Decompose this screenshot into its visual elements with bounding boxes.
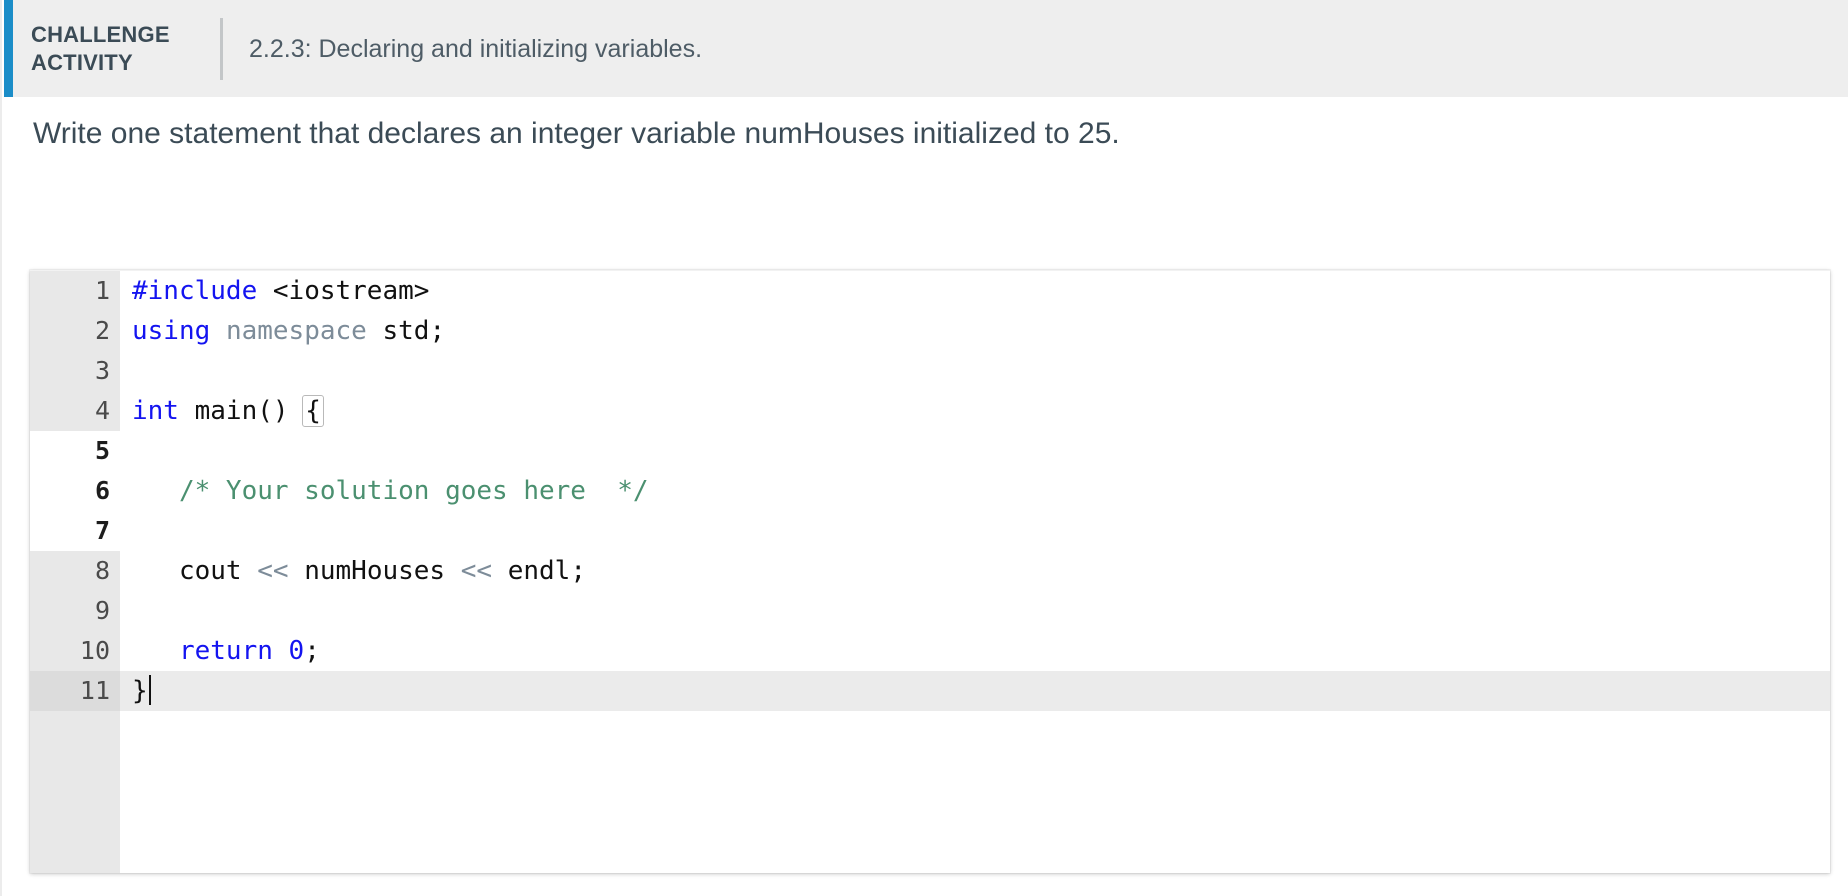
code-token-ns: namespace xyxy=(225,316,367,346)
challenge-activity-label-line1: CHALLENGE xyxy=(31,21,170,47)
code-line-text[interactable]: #include <iostream> xyxy=(120,271,1830,311)
line-number: 10 xyxy=(30,631,120,671)
line-number: 8 xyxy=(30,551,120,591)
code-line-text[interactable]: } xyxy=(120,671,1830,711)
line-number: 6 xyxy=(30,471,120,511)
code-line-text[interactable] xyxy=(120,351,1830,391)
activity-title: 2.2.3: Declaring and initializing variab… xyxy=(249,34,703,63)
line-number: 11 xyxy=(30,671,120,711)
matching-brace-highlight: { xyxy=(302,395,324,427)
code-token-plain: endl; xyxy=(492,556,586,586)
code-token-kw: using xyxy=(132,316,211,346)
code-line-row[interactable]: 10 return 0; xyxy=(30,631,1830,671)
code-line-text[interactable]: using namespace std; xyxy=(120,311,1830,351)
code-editor[interactable]: 1 #include <iostream> 2 using namespace std… xyxy=(30,270,1830,873)
code-lines-container[interactable]: 1 #include <iostream> 2 using namespace std… xyxy=(30,271,1830,711)
code-token-plain: cout xyxy=(132,556,258,586)
code-line-text[interactable] xyxy=(120,591,1830,631)
code-token-num: 0 xyxy=(288,636,305,666)
code-line-row[interactable]: 5 xyxy=(30,431,1830,471)
line-number: 3 xyxy=(30,351,120,391)
exercise-prompt: Write one statement that declares an int… xyxy=(33,117,1120,150)
code-line-text[interactable] xyxy=(120,511,1830,551)
code-line-row[interactable]: 7 xyxy=(30,511,1830,551)
code-token-cmt: /* Your solution goes here */ xyxy=(132,476,649,506)
text-cursor xyxy=(148,674,151,705)
code-line-row[interactable]: 11} xyxy=(30,671,1830,711)
code-token-kw: return xyxy=(178,636,273,666)
line-number: 9 xyxy=(30,591,120,631)
code-line-row[interactable]: 2 using namespace std; xyxy=(30,311,1830,351)
header-accent-bar xyxy=(4,0,13,97)
code-line-row[interactable]: 1 #include <iostream> xyxy=(30,271,1830,311)
line-number: 7 xyxy=(30,511,120,551)
code-line-row[interactable]: 8 cout << numHouses << endl; xyxy=(30,551,1830,591)
code-token-plain: main() xyxy=(178,396,305,426)
code-line-row[interactable]: 6 /* Your solution goes here */ xyxy=(30,471,1830,511)
code-token-op: << xyxy=(257,556,289,586)
code-line-text[interactable] xyxy=(120,431,1830,471)
code-token-kw: int xyxy=(132,396,179,426)
code-token-plain: numHouses xyxy=(288,556,461,586)
code-line-row[interactable]: 9 xyxy=(30,591,1830,631)
challenge-activity-label: CHALLENGE ACTIVITY xyxy=(31,21,211,77)
code-line-row[interactable]: 3 xyxy=(30,351,1830,391)
code-line-text[interactable]: cout << numHouses << endl; xyxy=(120,551,1830,591)
line-number: 2 xyxy=(30,311,120,351)
challenge-activity-label-line2: ACTIVITY xyxy=(31,49,133,75)
challenge-activity-header: CHALLENGE ACTIVITY 2.2.3: Declaring and … xyxy=(4,0,1848,97)
code-line-text[interactable]: /* Your solution goes here */ xyxy=(120,471,1830,511)
code-line-text[interactable]: int main() { xyxy=(120,391,1830,431)
code-token-inc: <iostream> xyxy=(272,276,430,306)
code-token-pre: #include xyxy=(132,276,258,306)
challenge-activity-page: CHALLENGE ACTIVITY 2.2.3: Declaring and … xyxy=(0,0,1848,896)
header-divider xyxy=(220,17,223,80)
code-line-text[interactable]: return 0; xyxy=(120,631,1830,671)
code-token-plain: } xyxy=(132,676,148,706)
code-token-op: << xyxy=(460,556,493,586)
code-token-plain: ; xyxy=(304,636,320,666)
line-number: 4 xyxy=(30,391,120,431)
line-number: 5 xyxy=(30,431,120,471)
line-number: 1 xyxy=(30,271,120,311)
code-token-plain: std; xyxy=(382,316,446,346)
code-line-row[interactable]: 4 int main() { xyxy=(30,391,1830,431)
